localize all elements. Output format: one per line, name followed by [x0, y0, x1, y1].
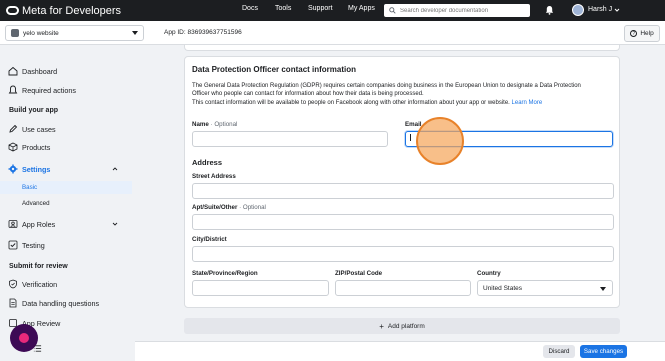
city-district-field[interactable]: [192, 246, 614, 262]
nav-support[interactable]: Support: [308, 5, 333, 12]
previous-section-card: [184, 45, 620, 51]
discard-button[interactable]: Discard: [543, 345, 575, 358]
sidebar-item-label: App Roles: [22, 219, 56, 229]
shield-check-icon: [9, 279, 17, 289]
street-address-field[interactable]: [192, 183, 614, 199]
sidebar-item-label: Data handling questions: [22, 298, 100, 308]
search-box[interactable]: [384, 4, 530, 17]
save-changes-button[interactable]: Save changes: [580, 345, 627, 358]
app-header-bar: yelo website App ID: 836939637751596 ? H…: [0, 21, 665, 45]
avatar[interactable]: [572, 4, 584, 16]
app-icon: [11, 29, 19, 37]
nav-docs[interactable]: Docs: [242, 5, 258, 12]
help-icon: ?: [630, 30, 638, 37]
sidebar: Dashboard Required actions Build your ap…: [0, 45, 135, 361]
zip-label: ZIP/Postal Code: [335, 270, 383, 277]
country-label: Country: [477, 270, 501, 277]
help-button[interactable]: ? Help: [624, 25, 660, 42]
search-input[interactable]: [400, 7, 525, 14]
email-field[interactable]: [405, 131, 613, 147]
card-description: The General Data Protection Regulation (…: [192, 82, 614, 107]
sidebar-item-use-cases[interactable]: Use cases: [0, 121, 132, 137]
apt-suite-field[interactable]: [192, 214, 614, 230]
sidebar-item-verification[interactable]: Verification: [0, 276, 132, 292]
sidebar-item-label: Use cases: [22, 124, 56, 134]
person-badge-icon: [8, 220, 18, 228]
app-id: App ID: 836939637751596: [164, 29, 242, 36]
sidebar-item-app-roles[interactable]: App Roles: [0, 216, 132, 232]
state-province-field[interactable]: [192, 280, 329, 296]
address-heading: Address: [192, 158, 223, 167]
file-icon: [9, 298, 17, 308]
description-line: The General Data Protection Regulation (…: [192, 83, 581, 89]
learn-more-link[interactable]: Learn More: [512, 100, 543, 106]
bell-icon: [8, 85, 18, 94]
card-title: Data Protection Officer contact informat…: [192, 65, 357, 74]
meta-logo[interactable]: Meta for Developers: [6, 3, 121, 18]
checkbox-icon: [8, 240, 18, 250]
plus-icon: +: [379, 321, 384, 331]
dpo-contact-card: Data Protection Officer contact informat…: [184, 56, 620, 308]
apt-label: Apt/Suite/Other · Optional: [192, 204, 266, 211]
sidebar-item-testing[interactable]: Testing: [0, 237, 132, 253]
top-navigation-bar: Meta for Developers Docs Tools Support M…: [0, 0, 665, 21]
sidebar-item-settings[interactable]: Settings: [0, 161, 132, 177]
city-label: City/District: [192, 236, 227, 243]
email-label: Email: [405, 121, 422, 128]
sidebar-subitem-basic[interactable]: Basic: [0, 181, 132, 194]
description-line: Officer who people can contact for infor…: [192, 91, 424, 98]
text-cursor: [410, 134, 411, 141]
search-icon: [389, 7, 396, 14]
record-dot-icon: [19, 333, 29, 343]
sidebar-item-dashboard[interactable]: Dashboard: [0, 63, 132, 79]
chevron-down-icon[interactable]: [614, 7, 620, 13]
name-label-text: Name: [192, 121, 209, 128]
nav-tools[interactable]: Tools: [275, 5, 291, 12]
sidebar-item-required-actions[interactable]: Required actions: [0, 82, 132, 98]
caret-down-icon: [132, 31, 138, 35]
add-platform-button[interactable]: + Add platform: [184, 318, 620, 334]
sidebar-item-label: Required actions: [22, 85, 76, 95]
meta-infinity-icon: [6, 6, 19, 15]
notification-bell-icon[interactable]: [545, 5, 554, 15]
brand-text: Meta for Developers: [22, 4, 122, 17]
pencil-icon: [9, 124, 18, 133]
sidebar-item-label: Verification: [22, 279, 58, 289]
chevron-down-icon: [112, 222, 118, 226]
sidebar-item-products[interactable]: Products: [0, 139, 132, 155]
name-field[interactable]: [192, 131, 388, 147]
country-value: United States: [483, 284, 523, 292]
optional-tag: · Optional: [237, 204, 266, 211]
sidebar-item-label: Settings: [22, 164, 51, 174]
sidebar-item-label: Products: [22, 142, 51, 152]
apt-label-text: Apt/Suite/Other: [192, 204, 238, 211]
app-selector-dropdown[interactable]: yelo website: [5, 25, 144, 41]
section-heading-build: Build your app: [9, 107, 58, 114]
list-icon[interactable]: [33, 344, 42, 353]
app-name: yelo website: [23, 29, 59, 37]
add-platform-label: Add platform: [387, 322, 425, 330]
zip-postal-field[interactable]: [335, 280, 471, 296]
chevron-up-icon: [112, 167, 118, 171]
sidebar-subitem-advanced[interactable]: Advanced: [0, 197, 132, 210]
state-label: State/Province/Region: [192, 270, 258, 277]
sidebar-item-label: Dashboard: [22, 66, 58, 76]
sidebar-item-label: Testing: [22, 240, 45, 250]
cube-icon: [8, 142, 18, 152]
name-label: Name · Optional: [192, 121, 237, 128]
street-label: Street Address: [192, 173, 236, 180]
sidebar-item-data-handling[interactable]: Data handling questions: [0, 295, 132, 311]
nav-my-apps[interactable]: My Apps: [348, 5, 375, 12]
help-label: Help: [640, 30, 654, 37]
caret-down-icon: [600, 287, 606, 291]
country-select[interactable]: United States: [477, 280, 613, 296]
section-heading-review: Submit for review: [9, 263, 68, 270]
description-line: This contact information will be availab…: [192, 99, 510, 106]
house-icon: [8, 66, 18, 76]
gear-icon: [8, 164, 18, 174]
optional-tag: · Optional: [208, 121, 238, 128]
user-name[interactable]: Harsh J: [588, 6, 612, 13]
